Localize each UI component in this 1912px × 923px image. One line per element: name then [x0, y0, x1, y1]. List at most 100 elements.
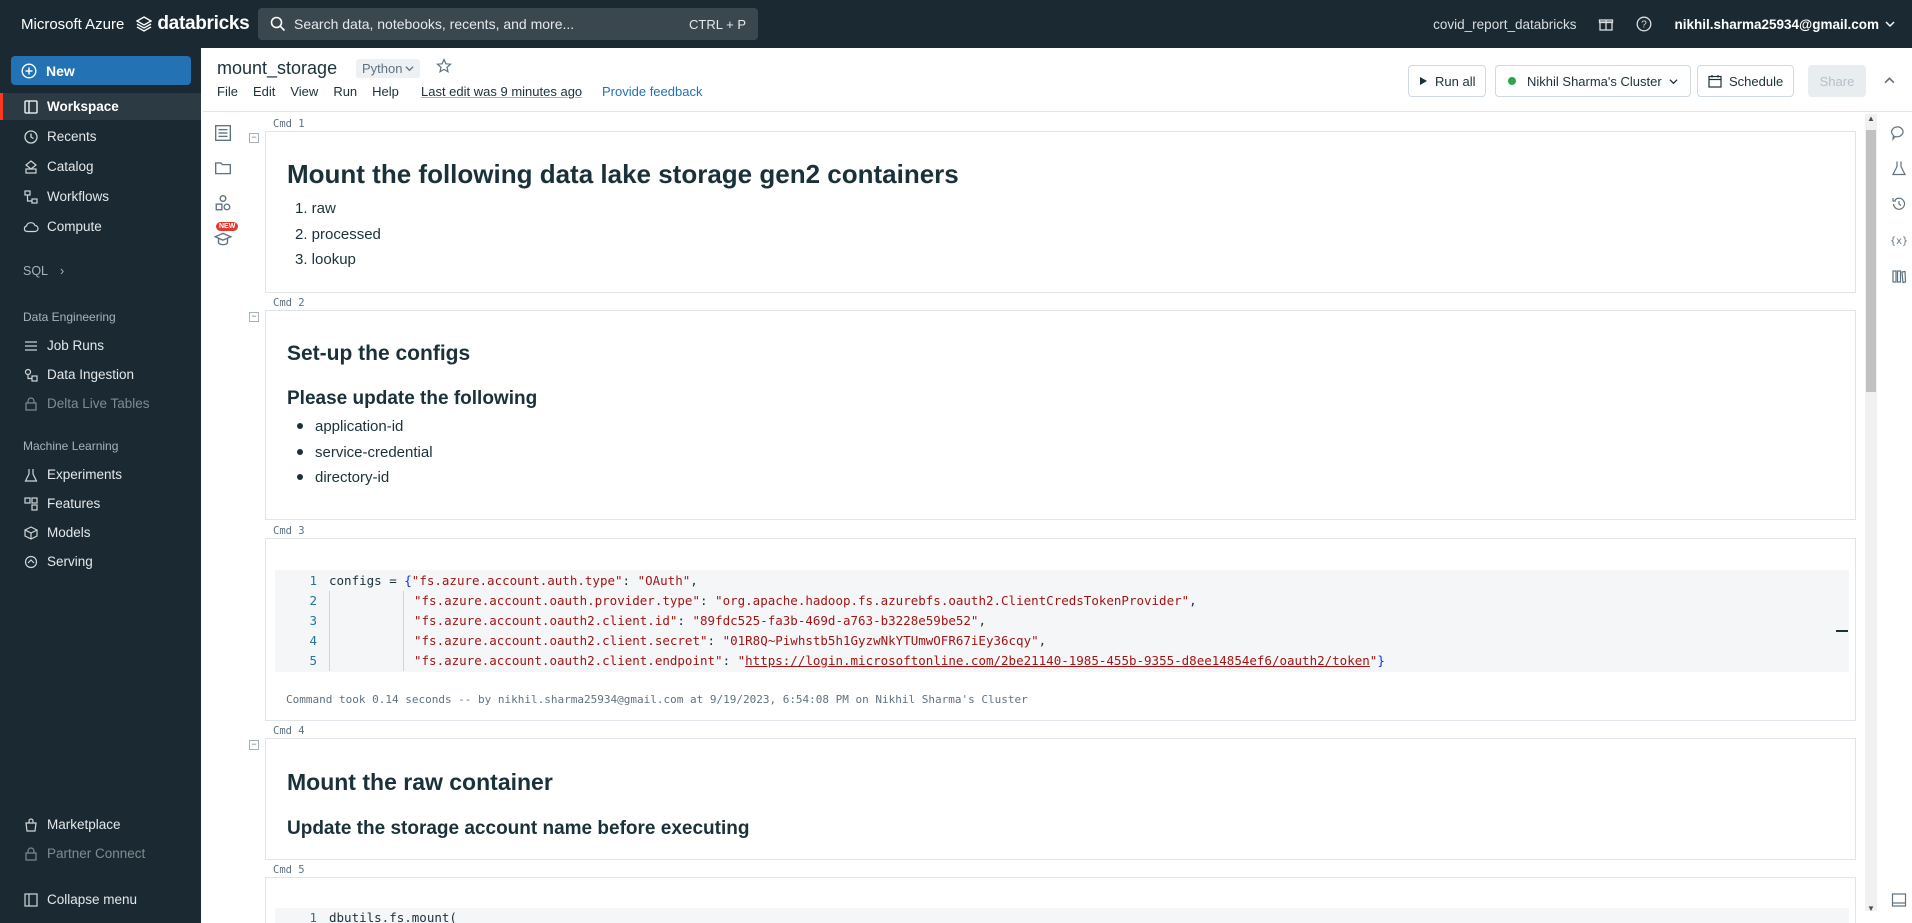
collapse-menu-button[interactable]: Collapse menu: [0, 886, 201, 913]
user-menu[interactable]: nikhil.sharma25934@gmail.com: [1674, 17, 1895, 32]
line-number: 5: [309, 653, 317, 668]
notebook-title[interactable]: mount_storage: [217, 58, 337, 79]
data-shapes-icon[interactable]: [214, 194, 232, 212]
history-icon[interactable]: [1891, 196, 1907, 212]
sidebar-item-label: Delta Live Tables: [47, 396, 150, 411]
sidebar-item-marketplace[interactable]: Marketplace: [0, 811, 201, 838]
markdown-cell[interactable]: Set-up the configs Please update the fol…: [265, 310, 1856, 520]
scrollbar-thumb[interactable]: [1866, 130, 1876, 392]
sidebar-item-workflows[interactable]: Workflows: [0, 183, 201, 210]
menu-help[interactable]: Help: [372, 84, 399, 99]
last-edit-link[interactable]: Last edit was 9 minutes ago: [421, 84, 582, 99]
lock-icon: [23, 846, 39, 861]
share-label: Share: [1819, 73, 1855, 89]
sidebar-item-job-runs[interactable]: Job Runs: [0, 332, 201, 359]
sidebar-item-label: Workflows: [47, 189, 110, 204]
code-link[interactable]: https://login.microsoftonline.com/2be211…: [745, 653, 1370, 668]
line-number: 1: [309, 910, 317, 923]
line-number: 3: [309, 613, 317, 628]
microsoft-azure-label[interactable]: Microsoft Azure: [21, 16, 124, 33]
sidebar-item-serving[interactable]: Serving: [0, 548, 201, 575]
library-icon[interactable]: [1891, 268, 1907, 284]
sidebar-item-label: Job Runs: [47, 338, 105, 353]
list-item-text: application-id: [315, 418, 404, 435]
vertical-scrollbar[interactable]: [1865, 114, 1877, 911]
gift-icon[interactable]: [1598, 16, 1614, 32]
scroll-down-icon[interactable]: ▼: [1867, 904, 1875, 913]
panel-toggle-icon[interactable]: [1891, 892, 1907, 908]
sidebar-item-label: Data Ingestion: [47, 367, 135, 382]
folder-icon[interactable]: [214, 159, 232, 177]
share-button[interactable]: Share: [1808, 65, 1866, 97]
sidebar-item-label: Catalog: [47, 159, 94, 174]
code-token: configs =: [329, 573, 405, 588]
menu-edit[interactable]: Edit: [253, 84, 275, 99]
menu-view[interactable]: View: [290, 84, 318, 99]
menu-run[interactable]: Run: [333, 84, 357, 99]
cmd-label: Cmd 3: [273, 525, 305, 537]
collapse-cell-button[interactable]: −: [249, 312, 259, 322]
code-token: dbutils.fs.mount(: [329, 910, 457, 923]
code-editor[interactable]: 1 dbutils.fs.mount(: [275, 908, 1849, 923]
new-badge: NEW: [216, 222, 239, 231]
section-data-engineering: Data Engineering: [23, 310, 116, 324]
menu-file[interactable]: File: [217, 84, 238, 99]
sidebar-item-workspace[interactable]: Workspace: [0, 93, 201, 120]
sidebar-item-sql[interactable]: SQL ›: [23, 264, 64, 278]
sidebar-item-models[interactable]: Models: [0, 519, 201, 546]
new-button[interactable]: New: [11, 56, 191, 85]
run-all-button[interactable]: Run all: [1408, 65, 1487, 97]
sidebar-item-compute[interactable]: Compute: [0, 213, 201, 240]
workspace-switcher[interactable]: covid_report_databricks: [1433, 17, 1576, 32]
brand-name: databricks: [157, 13, 250, 34]
code-token: {: [404, 573, 412, 588]
comment-icon[interactable]: [1891, 125, 1907, 141]
schedule-button[interactable]: Schedule: [1697, 65, 1795, 97]
table-of-contents-icon[interactable]: [214, 124, 232, 142]
code-token: "01R8Q~Piwhstb5h1GyzwNkYTUmwOFR67iEy36cq…: [722, 633, 1039, 648]
sidebar-item-label: Compute: [47, 219, 102, 234]
scroll-up-icon[interactable]: ▲: [1867, 114, 1875, 123]
clock-icon: [23, 129, 39, 144]
sidebar-item-features[interactable]: Features: [0, 490, 201, 517]
sidebar-item-experiments[interactable]: Experiments: [0, 461, 201, 488]
chevron-up-icon[interactable]: [1884, 75, 1895, 86]
lock-icon: [23, 396, 39, 411]
search-shortcut: CTRL + P: [689, 16, 746, 32]
language-selector[interactable]: Python: [356, 59, 421, 78]
collapse-cell-button[interactable]: −: [249, 740, 259, 750]
code-cell[interactable]: 1 dbutils.fs.mount(: [265, 877, 1856, 923]
notebook-menubar: File Edit View Run Help: [217, 84, 399, 99]
chevron-down-icon: [1885, 21, 1895, 28]
experiment-icon[interactable]: [1891, 160, 1907, 176]
markdown-cell[interactable]: Mount the following data lake storage ge…: [265, 131, 1856, 293]
code-cell[interactable]: 1 configs = {"fs.azure.account.auth.type"…: [265, 538, 1856, 721]
cmd-label: Cmd 2: [273, 297, 305, 309]
command-result: Command took 0.14 seconds -- by nikhil.s…: [286, 693, 1028, 706]
sidebar-item-recents[interactable]: Recents: [0, 123, 201, 150]
sidebar-item-delta-live-tables[interactable]: Delta Live Tables: [0, 390, 201, 417]
code-token: "OAuth": [637, 573, 691, 588]
chevron-down-icon: [1669, 78, 1678, 84]
notebook-content: Cmd 1 − Mount the following data lake st…: [243, 112, 1863, 923]
sidebar-item-partner-connect[interactable]: Partner Connect: [0, 840, 201, 867]
line-number: 4: [309, 633, 317, 648]
variables-icon[interactable]: {x}: [1891, 232, 1907, 248]
help-icon[interactable]: ?: [1636, 16, 1652, 32]
chevron-down-icon: [405, 66, 415, 72]
code-editor[interactable]: 1 configs = {"fs.azure.account.auth.type"…: [275, 570, 1849, 672]
sidebar-item-data-ingestion[interactable]: Data Ingestion: [0, 361, 201, 388]
databricks-logo[interactable]: databricks: [136, 13, 250, 35]
graduation-cap-icon[interactable]: [214, 230, 232, 248]
search-input[interactable]: Search data, notebooks, recents, and mor…: [258, 8, 758, 40]
markdown-cell[interactable]: Mount the raw container Update the stora…: [265, 738, 1856, 860]
code-token: "fs.azure.account.oauth.provider.type": [414, 593, 700, 608]
language-label: Python: [362, 61, 403, 76]
star-icon[interactable]: [436, 58, 452, 74]
cluster-selector[interactable]: Nikhil Sharma's Cluster: [1495, 65, 1691, 97]
provide-feedback-link[interactable]: Provide feedback: [602, 84, 702, 99]
sidebar-item-catalog[interactable]: Catalog: [0, 153, 201, 180]
bullet-icon: [297, 448, 303, 455]
collapse-cell-button[interactable]: −: [249, 133, 259, 143]
sidebar-item-label: Collapse menu: [47, 892, 138, 907]
